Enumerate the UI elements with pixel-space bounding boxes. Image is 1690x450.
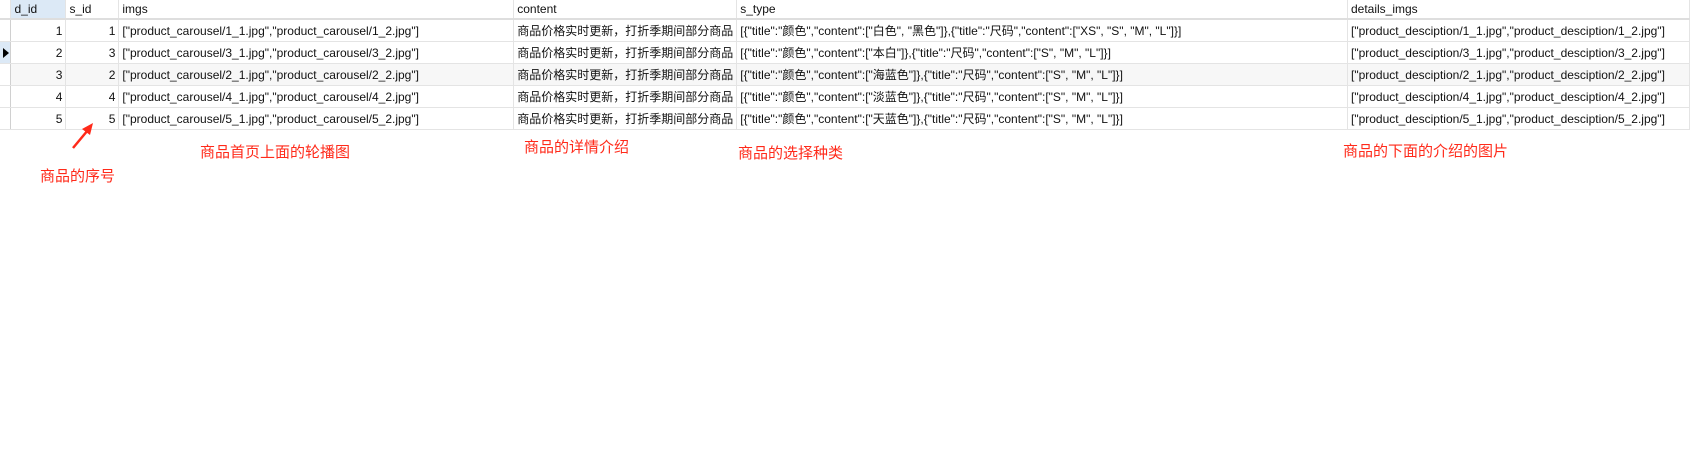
cell-content[interactable]: 商品价格实时更新，打折季期间部分商品	[513, 107, 738, 130]
cell-details_imgs[interactable]: ["product_desciption/2_1.jpg","product_d…	[1347, 63, 1690, 86]
header-row: d_id s_id imgs content s_type details_im…	[0, 0, 1690, 20]
arrow-icon	[72, 123, 93, 149]
cell-d_id[interactable]: 5	[10, 107, 67, 130]
cell-s_type[interactable]: [{"title":"颜色","content":["海蓝色"]},{"titl…	[736, 63, 1348, 86]
row-header-corner	[0, 0, 12, 20]
cell-content[interactable]: 商品价格实时更新，打折季期间部分商品	[513, 63, 738, 86]
cell-s_type[interactable]: [{"title":"颜色","content":["淡蓝色"]},{"titl…	[736, 85, 1348, 108]
row-header[interactable]	[0, 107, 12, 130]
cell-s_id[interactable]: 3	[65, 41, 120, 64]
cell-details_imgs[interactable]: ["product_desciption/4_1.jpg","product_d…	[1347, 85, 1690, 108]
cell-s_id[interactable]: 1	[65, 19, 120, 42]
cell-imgs[interactable]: ["product_carousel/2_1.jpg","product_car…	[118, 63, 515, 86]
cell-s_type[interactable]: [{"title":"颜色","content":["白色", "黑色"]},{…	[736, 19, 1348, 42]
table-row[interactable]: 2 3 ["product_carousel/3_1.jpg","product_c…	[0, 41, 1690, 64]
cell-content[interactable]: 商品价格实时更新，打折季期间部分商品	[513, 19, 738, 42]
cell-d_id[interactable]: 2	[10, 41, 67, 64]
column-header-d_id[interactable]: d_id	[10, 0, 67, 20]
cell-d_id[interactable]: 1	[10, 19, 67, 42]
cell-imgs[interactable]: ["product_carousel/1_1.jpg","product_car…	[118, 19, 515, 42]
cell-content[interactable]: 商品价格实时更新，打折季期间部分商品	[513, 41, 738, 64]
column-header-imgs[interactable]: imgs	[118, 0, 515, 20]
table-row[interactable]: 1 1 ["product_carousel/1_1.jpg","product_c…	[0, 19, 1690, 42]
cell-content[interactable]: 商品价格实时更新，打折季期间部分商品	[513, 85, 738, 108]
column-header-details_imgs[interactable]: details_imgs	[1347, 0, 1690, 20]
annotation-details_imgs: 商品的下面的介绍的图片	[1343, 143, 1509, 160]
cell-imgs[interactable]: ["product_carousel/4_1.jpg","product_car…	[118, 85, 515, 108]
cell-s_id[interactable]: 2	[65, 63, 120, 86]
table-row[interactable]: 3 2 ["product_carousel/2_1.jpg","product_c…	[0, 63, 1690, 86]
annotation-content: 商品的详情介绍	[524, 139, 630, 156]
row-header[interactable]	[0, 85, 12, 108]
column-header-content[interactable]: content	[513, 0, 738, 20]
cell-s_type[interactable]: [{"title":"颜色","content":["天蓝色"]},{"titl…	[736, 107, 1348, 130]
annotation-s_type: 商品的选择种类	[738, 145, 844, 162]
cell-imgs[interactable]: ["product_carousel/5_1.jpg","product_car…	[118, 107, 515, 130]
cell-d_id[interactable]: 4	[10, 85, 67, 108]
cell-details_imgs[interactable]: ["product_desciption/5_1.jpg","product_d…	[1347, 107, 1690, 130]
row-header[interactable]	[0, 41, 12, 64]
row-header[interactable]	[0, 63, 12, 86]
cell-d_id[interactable]: 3	[10, 63, 67, 86]
result-grid: d_id s_id imgs content s_type details_im…	[0, 0, 1690, 130]
cell-details_imgs[interactable]: ["product_desciption/3_1.jpg","product_d…	[1347, 41, 1690, 64]
annotation-imgs: 商品首页上面的轮播图	[200, 144, 351, 161]
table-row[interactable]: 4 4 ["product_carousel/4_1.jpg","product_c…	[0, 85, 1690, 108]
column-header-s_id[interactable]: s_id	[65, 0, 120, 20]
cell-details_imgs[interactable]: ["product_desciption/1_1.jpg","product_d…	[1347, 19, 1690, 42]
annotation-d_id: 商品的序号	[40, 168, 116, 185]
cell-s_id[interactable]: 4	[65, 85, 120, 108]
row-header[interactable]	[0, 19, 12, 42]
current-row-indicator-icon	[3, 48, 9, 59]
cell-imgs[interactable]: ["product_carousel/3_1.jpg","product_car…	[118, 41, 515, 64]
cell-s_type[interactable]: [{"title":"颜色","content":["本白"]},{"title…	[736, 41, 1348, 64]
table-row[interactable]: 5 5 ["product_carousel/5_1.jpg","product_c…	[0, 107, 1690, 130]
column-header-s_type[interactable]: s_type	[736, 0, 1348, 20]
